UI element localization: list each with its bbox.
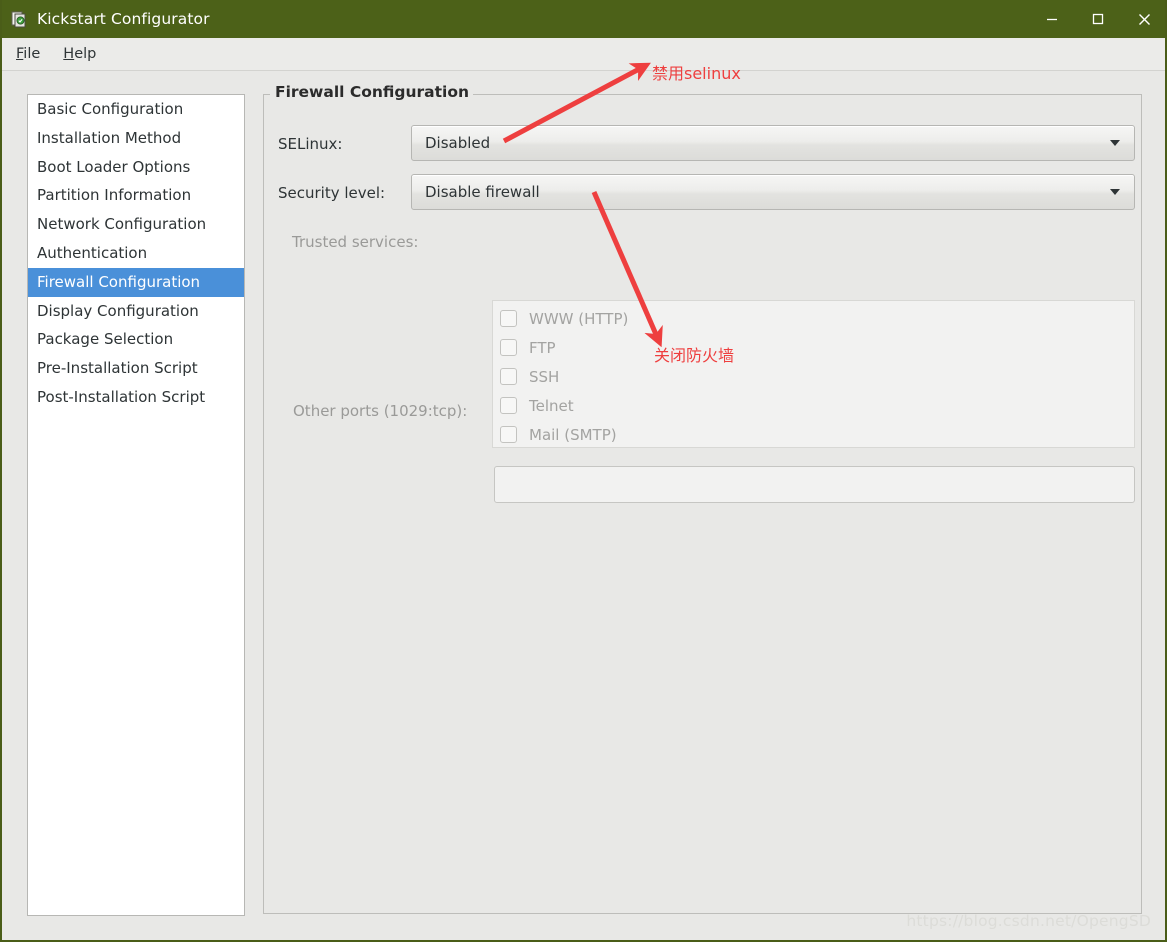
service-label: WWW (HTTP) bbox=[529, 309, 629, 328]
list-item[interactable]: Mail (SMTP) bbox=[493, 420, 1134, 449]
list-item[interactable]: FTP bbox=[493, 333, 1134, 362]
menu-bar: File Help bbox=[2, 38, 1165, 71]
trusted-services-list[interactable]: WWW (HTTP) FTP SSH Telnet Mail (SMTP) bbox=[492, 300, 1135, 448]
group-title: Firewall Configuration bbox=[271, 83, 474, 101]
group-border-left-segment bbox=[263, 94, 270, 95]
checkbox-ssh[interactable] bbox=[500, 368, 517, 385]
checkbox-telnet[interactable] bbox=[500, 397, 517, 414]
close-button[interactable] bbox=[1121, 0, 1165, 38]
service-label: Telnet bbox=[529, 396, 574, 415]
sidebar-item-display-configuration[interactable]: Display Configuration bbox=[28, 297, 244, 326]
menu-help-rest: elp bbox=[74, 46, 97, 62]
sidebar-item-basic-configuration[interactable]: Basic Configuration bbox=[28, 95, 244, 124]
sidebar-item-firewall-configuration[interactable]: Firewall Configuration bbox=[28, 267, 244, 297]
menu-file-rest: ile bbox=[23, 46, 41, 62]
section-list[interactable]: Basic Configuration Installation Method … bbox=[27, 94, 245, 916]
checkbox-www-http[interactable] bbox=[500, 310, 517, 327]
security-level-label: Security level: bbox=[278, 184, 386, 202]
minimize-icon bbox=[1047, 18, 1057, 21]
close-icon bbox=[1138, 13, 1150, 25]
app-document-icon bbox=[10, 10, 28, 28]
sidebar-item-boot-loader-options[interactable]: Boot Loader Options bbox=[28, 153, 244, 182]
watermark: https://blog.csdn.net/OpengSD bbox=[906, 912, 1151, 930]
sidebar-item-package-selection[interactable]: Package Selection bbox=[28, 325, 244, 354]
content-area: Basic Configuration Installation Method … bbox=[2, 72, 1165, 940]
trusted-services-label: Trusted services: bbox=[292, 233, 419, 251]
service-label: SSH bbox=[529, 367, 560, 386]
checkbox-mail-smtp[interactable] bbox=[500, 426, 517, 443]
firewall-configuration-group bbox=[263, 94, 1142, 914]
window-controls bbox=[1029, 0, 1165, 38]
other-ports-input[interactable] bbox=[494, 466, 1135, 503]
list-item[interactable]: SSH bbox=[493, 362, 1134, 391]
selinux-label: SELinux: bbox=[278, 135, 343, 153]
sidebar-item-network-configuration[interactable]: Network Configuration bbox=[28, 210, 244, 239]
maximize-icon bbox=[1092, 13, 1104, 25]
annotation-label-firewall: 关闭防火墙 bbox=[654, 346, 735, 365]
list-item[interactable]: WWW (HTTP) bbox=[493, 304, 1134, 333]
group-border-right-segment bbox=[473, 94, 1142, 95]
menu-help-mnemonic: H bbox=[63, 46, 75, 62]
other-ports-label: Other ports (1029:tcp): bbox=[293, 402, 468, 420]
service-label: Mail (SMTP) bbox=[529, 425, 617, 444]
checkbox-ftp[interactable] bbox=[500, 339, 517, 356]
sidebar-item-installation-method[interactable]: Installation Method bbox=[28, 124, 244, 153]
selinux-combo[interactable]: Disabled bbox=[411, 125, 1135, 161]
menu-item-file[interactable]: File bbox=[7, 43, 49, 65]
sidebar-item-partition-information[interactable]: Partition Information bbox=[28, 181, 244, 210]
maximize-button[interactable] bbox=[1075, 0, 1121, 38]
sidebar-item-pre-installation-script[interactable]: Pre-Installation Script bbox=[28, 354, 244, 383]
sidebar-item-post-installation-script[interactable]: Post-Installation Script bbox=[28, 383, 244, 412]
service-label: FTP bbox=[529, 338, 556, 357]
security-level-value: Disable firewall bbox=[425, 183, 540, 201]
chevron-down-icon bbox=[1110, 140, 1120, 146]
list-item[interactable]: Telnet bbox=[493, 391, 1134, 420]
annotation-label-selinux: 禁用selinux bbox=[652, 64, 741, 83]
selinux-value: Disabled bbox=[425, 134, 491, 152]
sidebar-item-authentication[interactable]: Authentication bbox=[28, 239, 244, 268]
menu-item-help[interactable]: Help bbox=[54, 43, 105, 65]
title-bar: Kickstart Configurator bbox=[2, 0, 1165, 38]
application-window: Kickstart Configurator File Help Basic C… bbox=[0, 0, 1167, 942]
minimize-button[interactable] bbox=[1029, 0, 1075, 38]
window-title: Kickstart Configurator bbox=[37, 10, 210, 28]
chevron-down-icon bbox=[1110, 189, 1120, 195]
security-level-combo[interactable]: Disable firewall bbox=[411, 174, 1135, 210]
